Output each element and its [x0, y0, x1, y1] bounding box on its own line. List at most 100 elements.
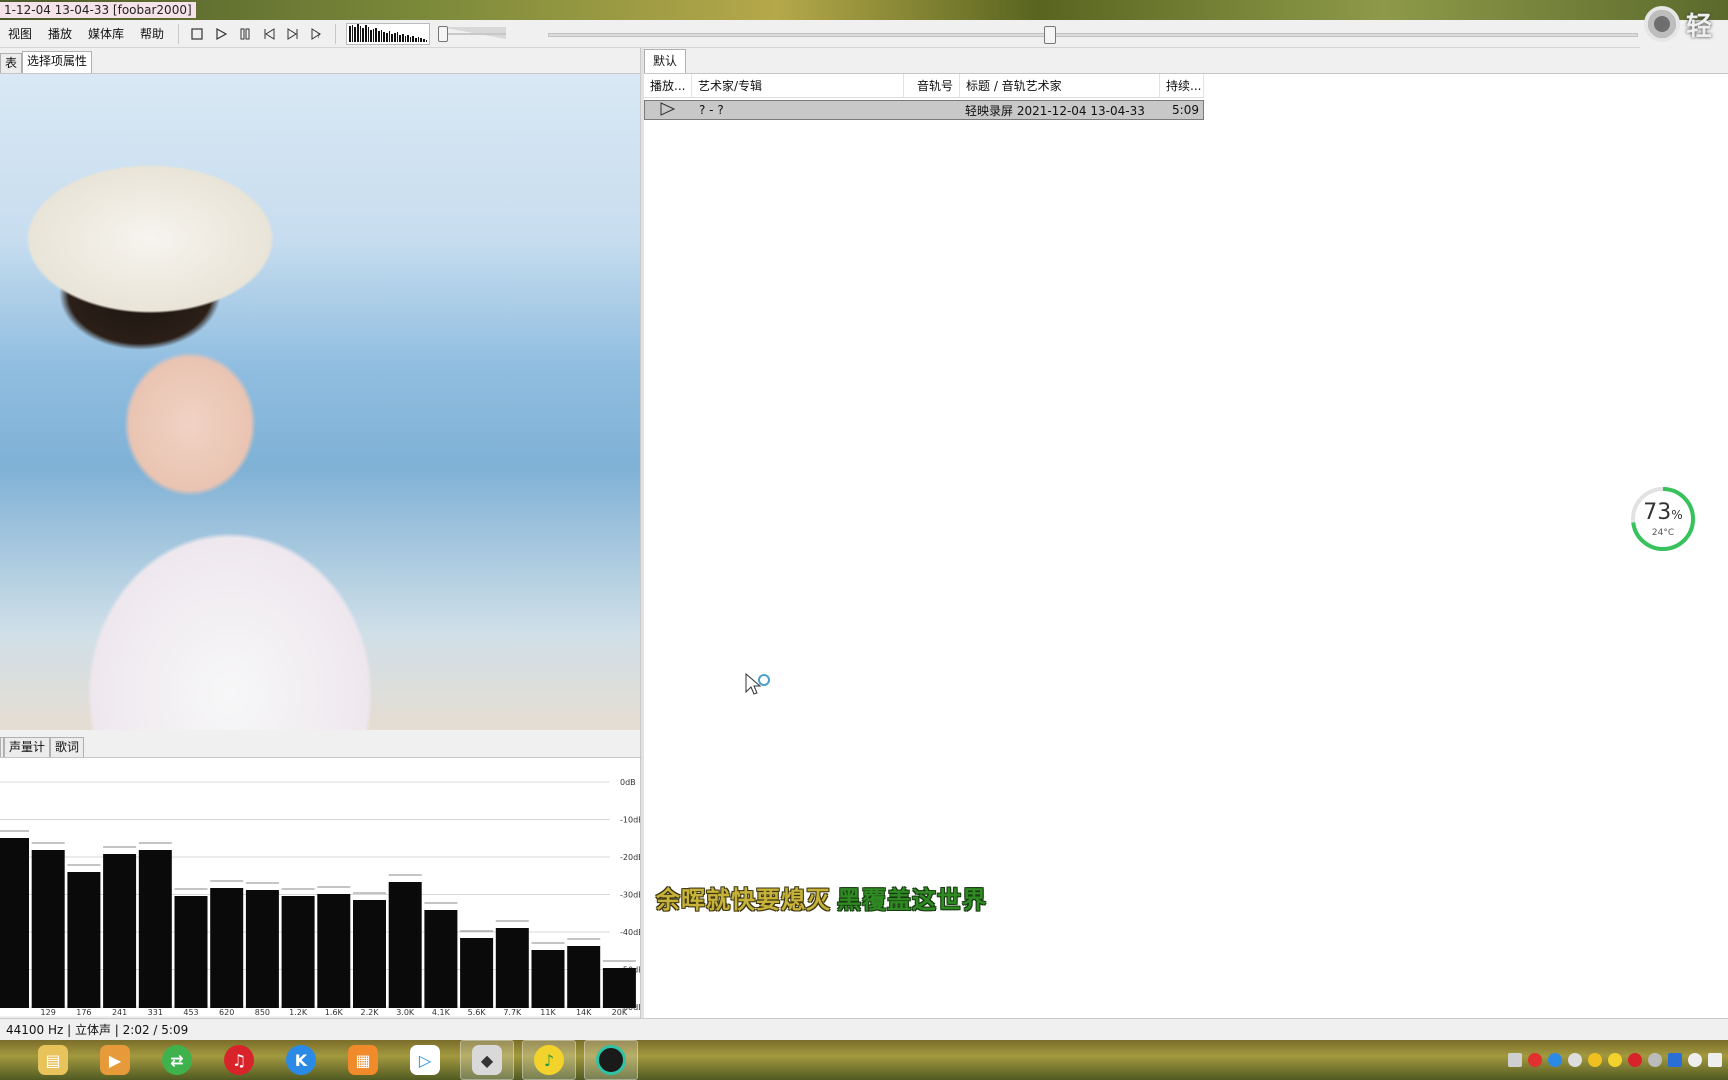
menu-help[interactable]: 帮助 [132, 20, 172, 48]
freq-label: 20K [612, 1008, 628, 1016]
playlist-row[interactable]: ? - ? 轻映录屏 2021-12-04 13-04-33 5:09 [644, 100, 1204, 120]
random-button[interactable]: ? [306, 23, 328, 45]
previous-button[interactable] [258, 23, 280, 45]
menu-playback[interactable]: 播放 [40, 20, 80, 48]
taskbar-youku[interactable]: ▷ [398, 1040, 452, 1080]
tray-yellow-icon[interactable] [1588, 1053, 1602, 1067]
spectrum-bar [531, 950, 565, 1008]
spectrum-bar [353, 900, 386, 1008]
play-button[interactable] [210, 23, 232, 45]
now-playing-icon [660, 101, 676, 116]
mini-visualizer-bar [356, 23, 359, 42]
db-label: -30dB [620, 891, 640, 900]
now-playing-indicator [645, 101, 693, 119]
volume-thumb[interactable] [438, 25, 449, 42]
column-artist-album[interactable]: 艺术家/专辑 [692, 74, 904, 98]
column-track-no[interactable]: 音轨号 [904, 74, 960, 98]
file-explorer-icon: ▤ [38, 1045, 68, 1075]
taskbar-netease[interactable]: ♫ [212, 1040, 266, 1080]
tray-settings-icon[interactable] [1648, 1053, 1662, 1067]
usage-percent-unit: % [1671, 508, 1683, 522]
stop-button[interactable] [186, 23, 208, 45]
mini-visualizer-bar [407, 34, 409, 42]
freq-label: 1.2K [289, 1008, 308, 1016]
column-duration[interactable]: 持续... [1160, 74, 1204, 98]
mini-visualizer-bar [396, 31, 399, 42]
taskbar-browser[interactable]: ⇄ [150, 1040, 204, 1080]
pause-button[interactable] [234, 23, 256, 45]
network-icon[interactable] [1688, 1053, 1702, 1067]
freq-label: 5.6K [468, 1008, 487, 1016]
freq-label: 2.2K [361, 1008, 380, 1016]
play-icon [216, 27, 228, 40]
freq-label: 241 [112, 1008, 127, 1016]
toolbar-separator [178, 23, 180, 44]
keyboard-icon[interactable] [1508, 1053, 1522, 1067]
busy-cursor-icon [745, 672, 770, 695]
taskbar-foobar[interactable]: ◆ [460, 1040, 514, 1080]
mini-visualizer-bar [425, 39, 428, 42]
recorder-logo: 轻 [1638, 2, 1728, 46]
svg-text:?: ? [317, 32, 321, 40]
seek-thumb[interactable] [1044, 26, 1056, 44]
power-icon[interactable] [1568, 1053, 1582, 1067]
tray-netease-icon[interactable] [1628, 1053, 1642, 1067]
window-title: 1-12-04 13-04-33 [foobar2000] [0, 2, 196, 18]
taskbar-media-player[interactable]: ▶ [88, 1040, 142, 1080]
status-text: 44100 Hz | 立体声 | 2:02 / 5:09 [6, 1023, 189, 1037]
volume-slider[interactable] [436, 23, 510, 45]
spectrum-bar [495, 928, 529, 1008]
taskbar-notes[interactable]: ▦ [336, 1040, 390, 1080]
youku-icon: ▷ [410, 1045, 440, 1075]
desktop-lyric: 余晖就快要熄灭 黑覆盖这世界 [656, 880, 987, 915]
tab-selection-properties[interactable]: 选择项属性 [22, 51, 93, 73]
mini-visualizer-bar [362, 27, 364, 42]
tab-playlists[interactable]: 表 [0, 53, 23, 73]
taskbar-recorder[interactable] [584, 1040, 638, 1080]
mini-visualizer-bar [391, 33, 393, 42]
next-button[interactable] [282, 23, 304, 45]
column-title[interactable]: 标题 / 音轨艺术家 [960, 74, 1160, 98]
freq-label: 620 [219, 1008, 234, 1016]
browser-360-icon: ⇄ [162, 1045, 192, 1075]
display-icon[interactable] [1708, 1053, 1722, 1067]
mini-visualizer-bar [380, 29, 383, 42]
menu-view[interactable]: 视图 [0, 20, 40, 48]
tab-default-playlist[interactable]: 默认 [644, 49, 687, 73]
menu-library[interactable]: 媒体库 [80, 20, 132, 48]
db-label: -40dB [620, 928, 640, 937]
mini-visualizer-bar [383, 31, 386, 42]
freq-label: 11K [540, 1008, 556, 1016]
taskbar-explorer[interactable]: ▤ [26, 1040, 80, 1080]
mini-visualizer-bar [401, 33, 404, 42]
tray-qq-music-icon[interactable] [1608, 1053, 1622, 1067]
freq-label: 1.6K [325, 1008, 344, 1016]
freq-label: 453 [183, 1008, 198, 1016]
visualization-tabs: 声量计 歌词 [0, 736, 642, 758]
spectrum-bar [31, 850, 65, 1008]
mini-visualizer-bar [388, 30, 391, 42]
column-playing[interactable]: 播放... [644, 74, 692, 98]
tray-kugou-icon[interactable] [1548, 1053, 1562, 1067]
spectrum-bar [602, 968, 636, 1008]
mini-visualizer-bar [354, 26, 356, 42]
system-monitor-widget[interactable]: 73% 24°C [1628, 484, 1698, 554]
mini-visualizer-bar [364, 24, 367, 42]
spectrum-bar [67, 872, 101, 1008]
freq-label: 4.1K [432, 1008, 451, 1016]
taskbar-kugou[interactable]: K [274, 1040, 328, 1080]
stop-icon [191, 27, 203, 40]
mini-visualizer-bar [378, 30, 380, 42]
mini-visualizer-bar [399, 34, 401, 42]
freq-label: 7.7K [503, 1008, 522, 1016]
tab-lyrics[interactable]: 歌词 [50, 737, 85, 757]
tab-vu-meter[interactable]: 声量计 [4, 737, 51, 757]
mini-visualizer-bar [367, 26, 370, 42]
tray-mail-icon[interactable] [1668, 1053, 1682, 1067]
db-label: -20dB [620, 853, 640, 862]
tray-red-icon[interactable] [1528, 1053, 1542, 1067]
spectrum-bar [460, 938, 494, 1008]
taskbar-qq-music[interactable]: ♪ [522, 1040, 576, 1080]
mini-visualizer-bar [393, 32, 396, 42]
seek-bar[interactable] [548, 33, 1638, 37]
